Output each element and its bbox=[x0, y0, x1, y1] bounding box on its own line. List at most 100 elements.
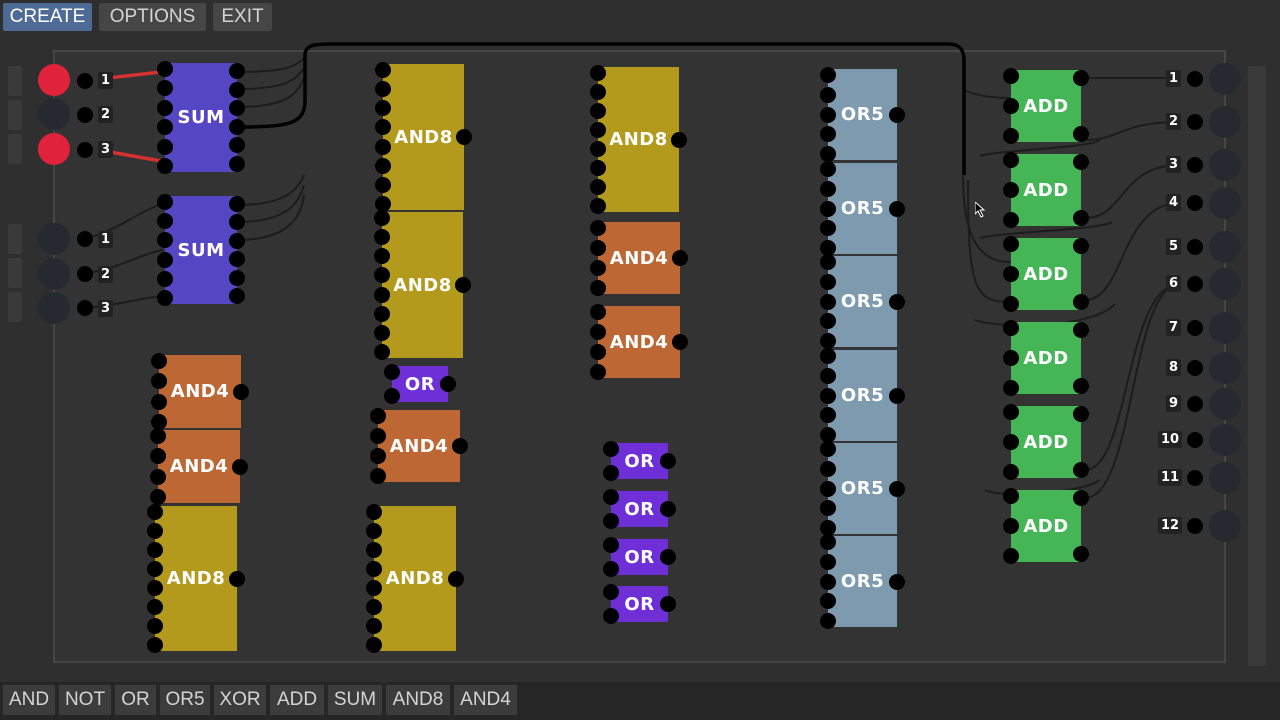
input-pin[interactable] bbox=[820, 534, 836, 550]
input-pin[interactable] bbox=[157, 158, 173, 174]
output-pin[interactable] bbox=[440, 376, 456, 392]
input-pin[interactable] bbox=[1003, 350, 1019, 366]
input-pin[interactable] bbox=[1003, 548, 1019, 564]
input-pin[interactable] bbox=[366, 618, 382, 634]
output-node[interactable] bbox=[1209, 231, 1241, 263]
input-pin[interactable] bbox=[590, 179, 606, 195]
and8-gate[interactable]: AND8 bbox=[598, 67, 679, 212]
input-node-1[interactable] bbox=[38, 64, 70, 96]
input-pin[interactable] bbox=[147, 637, 163, 653]
input-pin[interactable] bbox=[366, 580, 382, 596]
input-node-1b[interactable] bbox=[38, 223, 70, 255]
or5-gate[interactable]: OR5 bbox=[828, 350, 897, 441]
input-pin[interactable] bbox=[150, 489, 166, 505]
and8-gate[interactable]: AND8 bbox=[374, 506, 456, 651]
and4-gate[interactable]: AND4 bbox=[378, 410, 460, 482]
input-pin[interactable] bbox=[157, 99, 173, 116]
input-pin[interactable] bbox=[590, 65, 606, 81]
output-node[interactable] bbox=[1209, 106, 1241, 138]
output-node[interactable] bbox=[1209, 352, 1241, 384]
input-pin[interactable] bbox=[147, 523, 163, 539]
input-pin[interactable] bbox=[820, 480, 836, 497]
output-node[interactable] bbox=[1209, 510, 1241, 542]
output-pin[interactable] bbox=[229, 156, 245, 172]
input-pin[interactable] bbox=[1003, 152, 1019, 168]
options-button[interactable]: OPTIONS bbox=[99, 3, 206, 31]
input-pin[interactable] bbox=[1003, 98, 1019, 114]
output-node-pin[interactable] bbox=[1187, 71, 1203, 87]
input-pin[interactable] bbox=[820, 180, 836, 197]
output-pin[interactable] bbox=[1073, 126, 1089, 142]
input-pin[interactable] bbox=[147, 542, 163, 558]
input-pin[interactable] bbox=[820, 106, 836, 123]
input-pin[interactable] bbox=[590, 122, 606, 138]
input-pin[interactable] bbox=[820, 86, 836, 103]
input-pin[interactable] bbox=[603, 513, 619, 529]
add-gate[interactable]: ADD bbox=[1011, 322, 1081, 394]
input-pin[interactable] bbox=[374, 344, 390, 360]
output-pin[interactable] bbox=[1073, 210, 1089, 226]
input-pin[interactable] bbox=[820, 333, 836, 349]
output-pin[interactable] bbox=[889, 200, 905, 217]
input-pin[interactable] bbox=[147, 618, 163, 634]
sum-gate[interactable]: SUM bbox=[165, 196, 237, 304]
input-pin[interactable] bbox=[820, 553, 836, 570]
input-pin[interactable] bbox=[1003, 404, 1019, 420]
input-pin[interactable] bbox=[590, 364, 606, 380]
input-pin[interactable] bbox=[820, 367, 836, 384]
input-pin[interactable] bbox=[1003, 266, 1019, 282]
output-pin[interactable] bbox=[452, 438, 468, 454]
input-pin[interactable] bbox=[375, 138, 391, 155]
input-node-2[interactable] bbox=[38, 98, 70, 130]
input-pin[interactable] bbox=[820, 273, 836, 290]
input-pin[interactable] bbox=[1003, 296, 1019, 312]
output-pin[interactable] bbox=[229, 570, 245, 587]
tool-not-button[interactable]: NOT bbox=[59, 685, 111, 715]
output-pin[interactable] bbox=[660, 596, 676, 612]
output-pin[interactable] bbox=[889, 293, 905, 310]
input-pin[interactable] bbox=[590, 344, 606, 360]
input-pin[interactable] bbox=[147, 580, 163, 596]
input-pin[interactable] bbox=[157, 290, 173, 306]
tool-add-button[interactable]: ADD bbox=[270, 685, 324, 715]
or5-gate[interactable]: OR5 bbox=[828, 69, 897, 160]
input-pin[interactable] bbox=[820, 254, 836, 270]
output-pin[interactable] bbox=[233, 383, 249, 400]
output-pin[interactable] bbox=[1073, 462, 1089, 478]
input-pin[interactable] bbox=[590, 84, 606, 100]
input-pin[interactable] bbox=[375, 157, 391, 174]
output-pin[interactable] bbox=[448, 570, 464, 587]
or5-gate[interactable]: OR5 bbox=[828, 536, 897, 627]
output-node-pin[interactable] bbox=[1187, 114, 1203, 130]
output-node[interactable] bbox=[1209, 312, 1241, 344]
input-pin[interactable] bbox=[590, 324, 606, 340]
input-pin[interactable] bbox=[820, 161, 836, 177]
input-pin[interactable] bbox=[1003, 68, 1019, 84]
input-pin[interactable] bbox=[157, 251, 173, 268]
input-pin[interactable] bbox=[820, 293, 836, 310]
output-node-pin[interactable] bbox=[1187, 320, 1203, 336]
output-pin[interactable] bbox=[1073, 406, 1089, 422]
create-button[interactable]: CREATE bbox=[3, 3, 92, 31]
input-pin[interactable] bbox=[384, 364, 400, 380]
input-pin[interactable] bbox=[603, 608, 619, 624]
output-pin[interactable] bbox=[660, 549, 676, 565]
input-pin[interactable] bbox=[157, 138, 173, 155]
input-pin[interactable] bbox=[151, 353, 167, 369]
input-node-2b[interactable] bbox=[38, 258, 70, 290]
input-pin[interactable] bbox=[1003, 236, 1019, 252]
input-pin[interactable] bbox=[1003, 488, 1019, 504]
output-pin[interactable] bbox=[660, 501, 676, 517]
input-pin[interactable] bbox=[157, 194, 173, 210]
output-pin[interactable] bbox=[889, 573, 905, 590]
add-gate[interactable]: ADD bbox=[1011, 70, 1081, 142]
exit-button[interactable]: EXIT bbox=[213, 3, 272, 31]
output-pin[interactable] bbox=[671, 131, 687, 148]
output-pin[interactable] bbox=[660, 453, 676, 469]
and8-gate[interactable]: AND8 bbox=[155, 506, 237, 651]
or5-gate[interactable]: OR5 bbox=[828, 443, 897, 534]
input-pin[interactable] bbox=[1003, 128, 1019, 144]
output-pin[interactable] bbox=[1073, 378, 1089, 394]
and8-gate[interactable]: AND8 bbox=[383, 64, 464, 210]
add-gate[interactable]: ADD bbox=[1011, 490, 1081, 562]
